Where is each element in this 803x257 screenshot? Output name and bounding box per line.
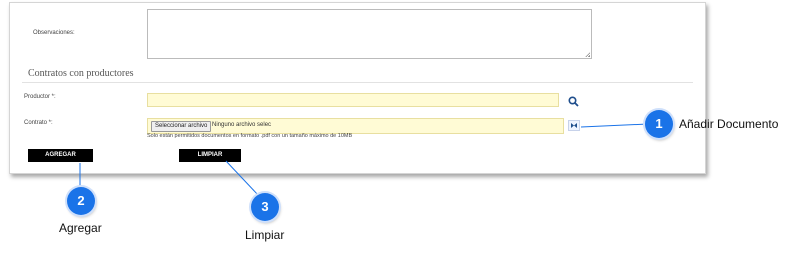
callout-badge-1: 1 — [645, 110, 673, 138]
callout-label-3: Limpiar — [245, 228, 285, 242]
callout-line-3 — [225, 160, 260, 197]
callout-label-1: Añadir Documento — [679, 117, 779, 131]
callout-badge-2: 2 — [67, 187, 95, 215]
callout-badge-3: 3 — [251, 193, 279, 221]
callout-line-1 — [580, 123, 649, 128]
callout-label-2: Agregar — [59, 221, 102, 235]
